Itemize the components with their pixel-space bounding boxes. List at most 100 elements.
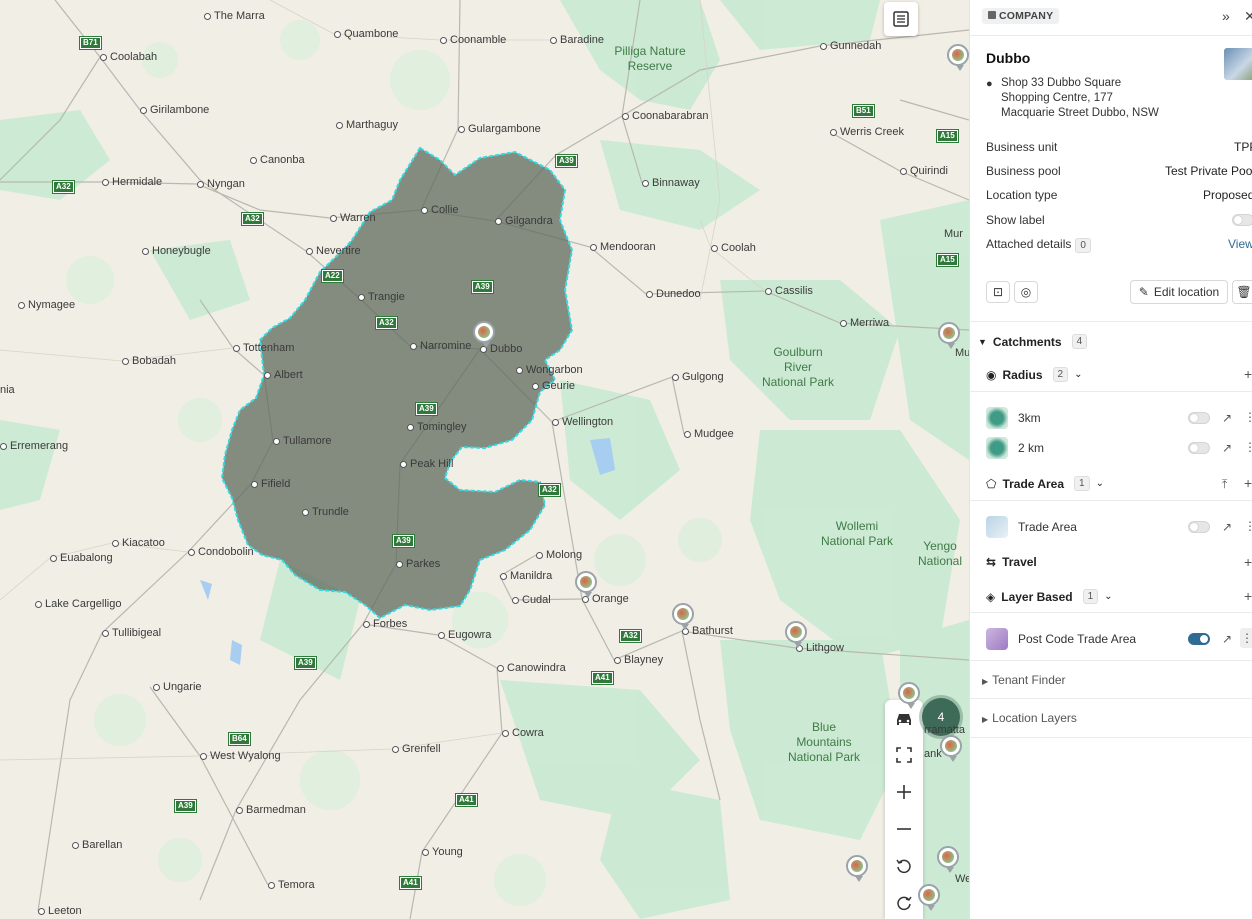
table-view-button[interactable] — [884, 2, 918, 36]
place-label: West Wyalong — [200, 750, 281, 762]
location-pin[interactable] — [940, 735, 962, 762]
chevron-down-icon: ⌄ — [1104, 591, 1113, 602]
catchment-toggle[interactable] — [1188, 633, 1210, 645]
zoom-in-icon[interactable] — [885, 775, 923, 809]
catchment-toggle[interactable] — [1188, 521, 1210, 533]
highway-shield: A22 — [321, 269, 344, 283]
address: Shop 33 Dubbo Square Shopping Centre, 17… — [1001, 77, 1159, 119]
place-label: Fifield — [251, 478, 290, 490]
location-pin[interactable] — [938, 322, 960, 349]
layer-based-header[interactable]: ◈ Layer Based 1 ⌄ — [986, 589, 1113, 604]
town-dot-icon — [422, 848, 429, 856]
highway-shield: A41 — [455, 793, 478, 807]
place-label: Werris Creek — [830, 126, 904, 138]
chevron-down-icon: ⌄ — [1095, 478, 1104, 489]
town-dot-icon — [264, 371, 271, 379]
place-label: Cudal — [512, 594, 551, 606]
town-dot-icon — [50, 554, 57, 562]
external-link-icon[interactable]: ↗ — [1222, 441, 1232, 455]
place-label: Dunedoo — [646, 288, 701, 300]
more-icon[interactable]: ⋮ — [1244, 410, 1252, 424]
location-type-label: Location type — [986, 188, 1058, 202]
add-travel-icon[interactable]: + — [1244, 554, 1252, 570]
place-label: Warren — [330, 212, 376, 224]
close-icon[interactable]: ✕ — [1244, 8, 1252, 25]
external-link-icon[interactable]: ↗ — [1222, 411, 1232, 425]
town-dot-icon — [306, 247, 313, 255]
place-label: Wellington — [552, 416, 613, 428]
town-dot-icon — [552, 418, 559, 426]
location-pin[interactable] — [898, 682, 920, 709]
place-label: ank — [924, 748, 942, 760]
external-link-icon[interactable]: ↗ — [1222, 632, 1232, 646]
location-pin[interactable] — [947, 44, 969, 71]
catchment-item[interactable]: Post Code Trade Area — [986, 624, 1252, 654]
town-dot-icon — [336, 121, 343, 129]
town-dot-icon — [142, 247, 149, 255]
add-radius-icon[interactable]: + — [1244, 366, 1252, 382]
add-layer-icon[interactable]: + — [1244, 588, 1252, 604]
location-pin[interactable] — [672, 603, 694, 630]
town-dot-icon — [102, 178, 109, 186]
place-label: Grenfell — [392, 743, 441, 755]
fullscreen-icon[interactable] — [885, 738, 923, 772]
catchment-toggle[interactable] — [1188, 442, 1210, 454]
town-dot-icon — [642, 179, 649, 187]
travel-header[interactable]: ⇆ Travel — [986, 555, 1037, 569]
location-pin[interactable] — [937, 846, 959, 873]
place-label: Mudgee — [684, 428, 734, 440]
map-canvas[interactable]: The Marra Quambone Coonamble Baradine Gunned… — [0, 0, 969, 919]
more-icon[interactable]: ⋮ — [1244, 440, 1252, 454]
business-unit-value: TPP — [1234, 140, 1252, 154]
town-dot-icon — [153, 683, 160, 691]
town-dot-icon — [711, 244, 718, 252]
catchment-item[interactable]: 3km — [986, 403, 1252, 433]
view-link[interactable]: View — [1228, 237, 1252, 251]
town-dot-icon — [421, 206, 428, 214]
location-pin[interactable] — [846, 855, 868, 882]
map-controls — [885, 700, 923, 919]
town-dot-icon — [200, 752, 207, 760]
location-layers-section[interactable]: ▶ Location Layers — [982, 711, 1077, 725]
upload-icon[interactable]: ⤒ — [1222, 477, 1227, 492]
rotate-left-icon[interactable] — [885, 849, 923, 883]
edit-location-button[interactable]: ✎ Edit location — [1130, 280, 1228, 304]
place-label: Euabalong — [50, 552, 113, 564]
radius-header[interactable]: ◉ Radius 2 ⌄ — [986, 367, 1082, 382]
scan-icon[interactable]: ⊡ — [986, 281, 1010, 303]
car-icon[interactable] — [885, 702, 923, 736]
external-link-icon[interactable]: ↗ — [1222, 520, 1232, 534]
location-pin[interactable] — [575, 571, 597, 598]
town-dot-icon — [532, 382, 539, 390]
divider — [970, 612, 1252, 613]
place-label: Trundle — [302, 506, 349, 518]
collapse-panel-icon[interactable]: » — [1222, 8, 1230, 24]
show-label-toggle[interactable] — [1232, 214, 1252, 226]
highway-shield: A32 — [619, 629, 642, 643]
trade-area-header[interactable]: ⬠ Trade Area 1 ⌄ — [986, 476, 1104, 491]
town-dot-icon — [440, 36, 447, 44]
place-label: Young — [422, 846, 463, 858]
place-label: Coonabarabran — [622, 110, 708, 122]
catchment-toggle[interactable] — [1188, 412, 1210, 424]
catchments-header[interactable]: ▼ Catchments 4 — [978, 334, 1088, 349]
attached-details-label: Attached details 0 — [986, 237, 1091, 253]
rotate-right-icon[interactable] — [885, 886, 923, 919]
location-pin[interactable] — [918, 884, 940, 911]
town-dot-icon — [204, 12, 211, 20]
catchment-item[interactable]: 2 km — [986, 433, 1252, 463]
more-icon[interactable]: ⋮ — [1240, 628, 1252, 648]
tenant-finder-section[interactable]: ▶ Tenant Finder — [982, 673, 1066, 687]
town-dot-icon — [614, 656, 621, 664]
delete-icon[interactable]: 🗑 — [1232, 280, 1252, 304]
location-pin-dubbo[interactable] — [473, 321, 495, 348]
more-icon[interactable]: ⋮ — [1244, 519, 1252, 533]
target-icon[interactable]: ◎ — [1014, 281, 1038, 303]
zoom-out-icon[interactable] — [885, 812, 923, 846]
list-icon — [893, 11, 909, 27]
add-trade-area-icon[interactable]: + — [1244, 475, 1252, 491]
catchment-item[interactable]: Trade Area — [986, 512, 1252, 542]
place-label: Leeton — [38, 905, 82, 917]
location-photo[interactable] — [1224, 48, 1252, 80]
location-pin[interactable] — [785, 621, 807, 648]
